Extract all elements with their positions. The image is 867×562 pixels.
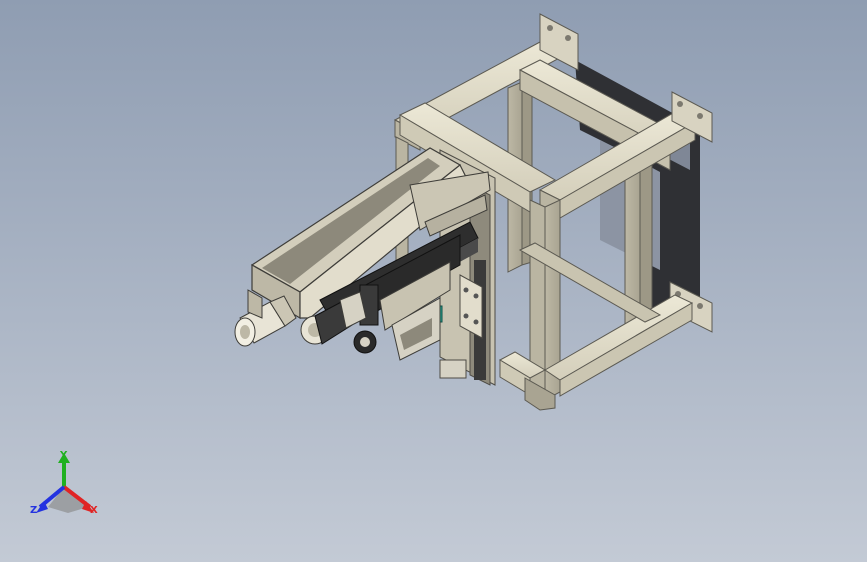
assembly-model[interactable] xyxy=(0,0,867,562)
cad-3d-viewport[interactable]: Y X Z xyxy=(0,0,867,562)
view-orientation-triad[interactable] xyxy=(18,445,128,535)
triad-y-label: Y xyxy=(60,450,68,461)
triad-z-label: Z xyxy=(30,505,38,516)
triad-x-label: X xyxy=(90,505,98,516)
